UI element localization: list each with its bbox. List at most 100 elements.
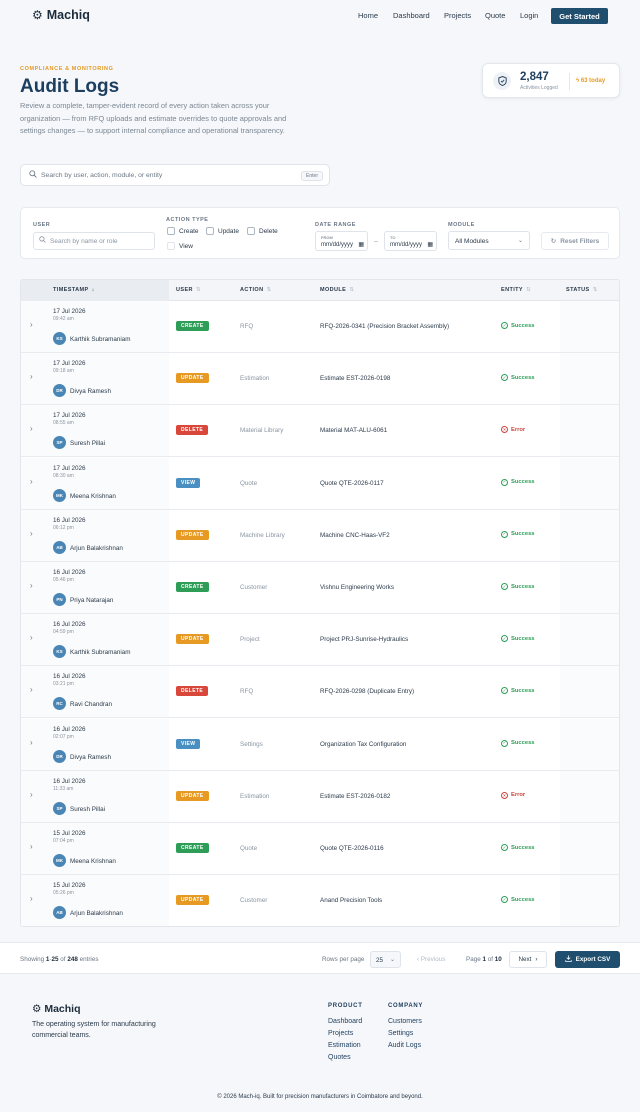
- action-badge: UPDATE: [176, 895, 209, 906]
- row-time: 05:46 pm: [53, 577, 74, 583]
- table-row[interactable]: › 17 Jul 2026 09:18 am DR Divya Ramesh UPDATE…: [21, 353, 619, 406]
- module-select[interactable]: All Modules ⌄: [448, 231, 530, 250]
- col-module[interactable]: MODULE ⇅: [320, 287, 354, 293]
- footer-link-customers[interactable]: Customers: [388, 1016, 423, 1028]
- checkbox-view[interactable]: View: [167, 242, 193, 250]
- row-user: Meena Krishnan: [70, 858, 116, 865]
- footer-company-column: COMPANY Customers Settings Audit Logs: [388, 1003, 423, 1052]
- chevron-right-icon[interactable]: ›: [30, 424, 33, 433]
- table-row[interactable]: › 17 Jul 2026 08:30 am MK Meena Krishnan VIEW…: [21, 457, 619, 510]
- date-range-label: DATE RANGE: [315, 222, 356, 228]
- filter-panel: USER Search by name or role ACTION TYPE …: [20, 207, 620, 259]
- checkbox-delete[interactable]: Delete: [247, 227, 278, 235]
- previous-button[interactable]: ‹ Previous: [417, 956, 445, 963]
- table-row[interactable]: › 16 Jul 2026 05:46 pm PN Priya Natarajan CRE…: [21, 562, 619, 614]
- row-time: 07:04 pm: [53, 838, 74, 844]
- footer-link-estimation[interactable]: Estimation: [328, 1040, 363, 1052]
- get-started-button[interactable]: Get Started: [551, 8, 608, 24]
- row-date: 16 Jul 2026: [53, 516, 86, 524]
- row-user: Arjun Balakrishnan: [70, 544, 123, 552]
- chevron-right-icon[interactable]: ›: [30, 738, 33, 747]
- chevron-right-icon[interactable]: ›: [30, 633, 33, 642]
- search-bar[interactable]: Search by user, action, module, or entit…: [20, 164, 330, 186]
- date-to-input[interactable]: TO mm/dd/yyyy ▦: [384, 231, 437, 251]
- nav-login[interactable]: Login: [520, 11, 538, 20]
- table-row[interactable]: › 16 Jul 2026 11:33 am SP Suresh Pillai UPDAT…: [21, 770, 619, 823]
- rows-per-page-select[interactable]: 25 ⌄: [370, 951, 401, 968]
- row-date: 16 Jul 2026: [53, 569, 86, 576]
- chevron-right-icon[interactable]: ›: [30, 842, 33, 851]
- table-row[interactable]: › 15 Jul 2026 07:04 pm MK Meena Krishnan CREA…: [21, 823, 619, 875]
- table-row[interactable]: › 16 Jul 2026 06:12 pm AB Arjun Balakrishnan…: [21, 509, 619, 562]
- action-badge: DELETE: [176, 686, 209, 697]
- action-badge: VIEW: [176, 738, 201, 749]
- avatar: PN: [53, 593, 66, 606]
- row-date: 16 Jul 2026: [53, 673, 86, 681]
- nav-home[interactable]: Home: [358, 11, 378, 20]
- row-user: Karthik Subramaniam: [70, 336, 131, 343]
- table-row[interactable]: › 17 Jul 2026 09:42 am KS Karthik Subramania…: [21, 301, 619, 353]
- nav-quote[interactable]: Quote: [485, 11, 505, 20]
- nav-dashboard[interactable]: Dashboard: [393, 11, 430, 20]
- row-module: Estimation: [240, 375, 270, 383]
- chevron-right-icon[interactable]: ›: [30, 790, 33, 799]
- avatar: SP: [53, 801, 66, 815]
- reset-filters-button[interactable]: ↻ Reset Filters: [541, 232, 609, 250]
- check-circle-icon: ✓: [501, 635, 508, 643]
- user-filter-label: USER: [33, 222, 51, 228]
- footer-brand: ⚙ Machiq: [32, 1003, 81, 1015]
- row-entity: Anand Precision Tools: [320, 897, 383, 905]
- row-entity: Estimate EST-2026-0182: [320, 792, 391, 800]
- action-badge: CREATE: [176, 321, 209, 331]
- chevron-right-icon: ›: [535, 956, 538, 963]
- search-icon: [39, 236, 46, 245]
- row-user: Karthik Subramaniam: [70, 649, 131, 657]
- table-row[interactable]: › 15 Jul 2026 05:26 pm AB Arjun Balakrishnan…: [21, 875, 619, 926]
- user-filter-input[interactable]: Search by name or role: [33, 232, 155, 250]
- table-row[interactable]: › 16 Jul 2026 02:07 pm DR Divya Ramesh VIEW Se…: [21, 718, 619, 771]
- action-badge: DELETE: [176, 425, 209, 436]
- footer-link-audit-logs[interactable]: Audit Logs: [388, 1040, 423, 1052]
- checkbox-create[interactable]: Create: [167, 227, 199, 235]
- checkbox-update[interactable]: Update: [206, 227, 239, 235]
- table-row[interactable]: › 16 Jul 2026 03:21 pm RC Ravi Chandran DELET…: [21, 666, 619, 719]
- table-header: TIMESTAMP ↓ USER ⇅ ACTION ⇅ MODULE ⇅ ENTITY ⇅…: [21, 280, 619, 301]
- check-circle-icon: ✓: [501, 687, 508, 695]
- table-row[interactable]: › 17 Jul 2026 08:55 am SP Suresh Pillai DELET…: [21, 405, 619, 458]
- check-circle-icon: ✓: [501, 478, 508, 486]
- footer-link-settings[interactable]: Settings: [388, 1028, 423, 1040]
- chevron-right-icon[interactable]: ›: [30, 477, 33, 486]
- sort-icon: ⇅: [195, 287, 201, 293]
- check-circle-icon: ✓: [501, 896, 508, 904]
- row-user: Ravi Chandran: [70, 701, 113, 709]
- avatar: MK: [53, 854, 66, 867]
- date-from-input[interactable]: FROM mm/dd/yyyy ▦: [315, 231, 368, 251]
- search-input[interactable]: Search by user, action, module, or entit…: [41, 172, 162, 179]
- col-entity[interactable]: ENTITY ⇅: [501, 287, 531, 293]
- export-csv-button[interactable]: Export CSV: [555, 951, 620, 968]
- chevron-right-icon[interactable]: ›: [30, 372, 33, 381]
- chevron-right-icon[interactable]: ›: [30, 320, 33, 329]
- nav-projects[interactable]: Projects: [444, 11, 471, 20]
- chevron-right-icon[interactable]: ›: [30, 529, 33, 538]
- avatar: AB: [53, 540, 66, 554]
- status-badge: ✓ Success: [501, 896, 535, 904]
- col-action[interactable]: ACTION ⇅: [240, 287, 272, 293]
- module-filter-label: MODULE: [448, 222, 475, 228]
- footer-link-projects[interactable]: Projects: [328, 1028, 363, 1040]
- next-button[interactable]: Next ›: [509, 951, 547, 968]
- chevron-right-icon[interactable]: ›: [30, 894, 33, 903]
- col-timestamp[interactable]: TIMESTAMP ↓: [53, 287, 95, 293]
- col-status[interactable]: STATUS ⇅: [566, 287, 598, 293]
- chevron-down-icon: ⌄: [389, 957, 395, 963]
- brand-name: Machiq: [46, 8, 90, 22]
- chevron-right-icon[interactable]: ›: [30, 581, 33, 590]
- footer-link-dashboard[interactable]: Dashboard: [328, 1016, 363, 1028]
- table-row[interactable]: › 16 Jul 2026 04:59 pm KS Karthik Subramania…: [21, 614, 619, 667]
- brand-logo[interactable]: ⚙ Machiq: [32, 8, 90, 22]
- chevron-right-icon[interactable]: ›: [30, 685, 33, 694]
- col-user[interactable]: USER ⇅: [176, 287, 201, 293]
- status-badge: ✓ Success: [501, 635, 535, 643]
- footer-link-quotes[interactable]: Quotes: [328, 1052, 363, 1064]
- row-user: Divya Ramesh: [70, 388, 111, 396]
